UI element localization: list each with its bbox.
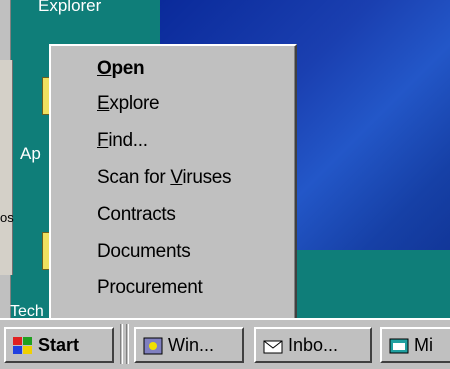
desktop-icon-label-ap[interactable]: Ap xyxy=(20,144,41,164)
taskbar-button-inbox[interactable]: Inbo... xyxy=(254,327,372,363)
menu-item-find[interactable]: Find... xyxy=(97,124,148,158)
taskbar-separator xyxy=(120,324,123,364)
taskbar-button-win[interactable]: Win... xyxy=(134,327,244,363)
application-icon xyxy=(142,335,164,357)
start-button[interactable]: Start xyxy=(4,327,114,363)
window-icon xyxy=(388,335,410,357)
taskbar-button-mi[interactable]: Mi xyxy=(380,327,450,363)
desktop-icon-label-explorer[interactable]: Explorer xyxy=(38,0,101,16)
menu-item-documents[interactable]: Documents xyxy=(97,235,191,269)
menu-item-contracts[interactable]: Contracts xyxy=(97,198,176,232)
start-label: Start xyxy=(38,335,80,355)
window-panel-edge: os xyxy=(0,60,14,275)
menu-item-procurement[interactable]: Procurement xyxy=(97,271,203,305)
menu-item-open[interactable]: Open xyxy=(97,52,145,86)
menu-item-explore[interactable]: Explore xyxy=(97,87,160,121)
partial-window-text: os xyxy=(0,210,14,225)
windows-logo-icon xyxy=(12,335,34,357)
inbox-icon xyxy=(262,335,284,357)
taskbar-separator xyxy=(126,324,129,364)
context-menu: Open Explore Find... Scan for Viruses Co… xyxy=(49,44,297,336)
menu-item-scan-for-viruses[interactable]: Scan for Viruses xyxy=(97,161,232,195)
